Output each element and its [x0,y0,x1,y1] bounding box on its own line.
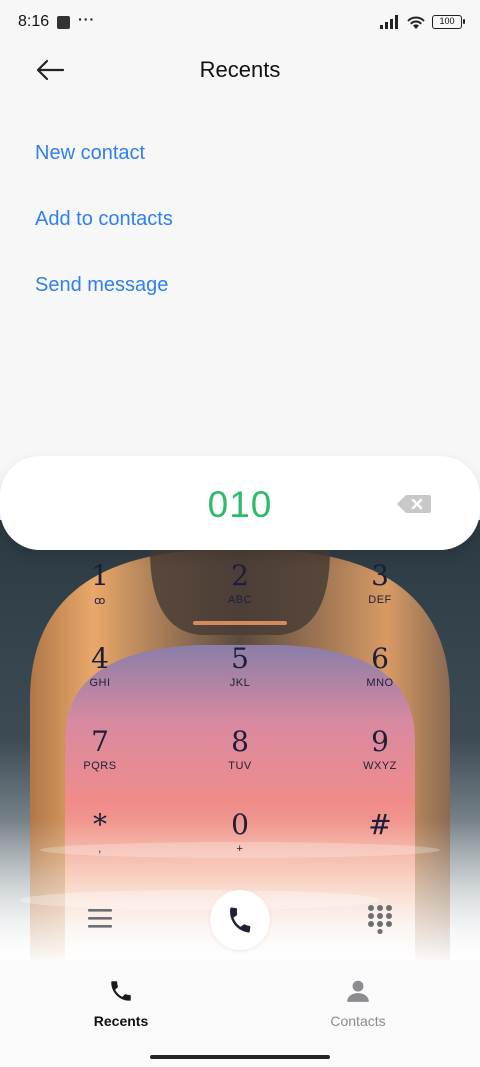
key-letters: ABC [227,594,253,606]
key-digit: * [93,808,107,841]
menu-button[interactable] [86,906,114,930]
status-time: 8:16 [18,13,50,30]
tab-recents-label: Recents [93,1013,149,1029]
key-letters: , [98,843,102,855]
status-bar: 8:16 ··· 100 [0,0,480,44]
new-contact-link[interactable]: New contact [35,142,145,165]
key-digit: 3 [371,559,389,592]
key-5[interactable]: 5 JKL [180,643,300,713]
key-letters: ꝏ [94,595,106,607]
keypad-area: 1 ꝏ 2 ABC 3 DEF 4 GHI 5 JKL 6 MNO 7 PQRS… [0,520,480,960]
key-digit: 9 [371,725,389,758]
more-notifications-icon: ··· [78,11,96,27]
key-letters: TUV [228,760,252,772]
key-digit: # [368,808,392,841]
key-digit: 6 [371,642,389,675]
number-display: 010 [0,456,480,550]
key-letters: DEF [368,594,392,606]
key-6[interactable]: 6 MNO [320,643,440,713]
dialpad-toggle-button[interactable] [366,904,394,935]
key-8[interactable]: 8 TUV [180,726,300,796]
key-1[interactable]: 1 ꝏ [40,560,160,630]
signal-icon [380,15,398,29]
tab-contacts-label: Contacts [330,1013,386,1029]
key-letters: MNO [366,677,394,689]
key-digit: 2 [231,559,249,592]
key-4[interactable]: 4 GHI [40,643,160,713]
key-2[interactable]: 2 ABC [180,560,300,630]
page-title: Recents [199,57,281,82]
call-button[interactable] [210,890,270,950]
menu-icon [88,909,112,928]
add-to-contacts-link[interactable]: Add to contacts [35,208,173,231]
key-3[interactable]: 3 DEF [320,560,440,630]
tab-contacts[interactable]: Contacts [298,978,418,1029]
dialer-tools [0,890,480,950]
key-digit: 5 [231,642,249,675]
wifi-icon [407,16,425,29]
key-letters: PQRS [83,760,117,772]
key-letters: + [236,843,244,855]
send-message-link[interactable]: Send message [35,274,168,297]
key-9[interactable]: 9 WXYZ [320,726,440,796]
key-0[interactable]: 0 + [180,809,300,879]
key-letters: JKL [229,677,251,689]
phone-icon [230,907,251,933]
home-indicator[interactable] [150,1055,330,1059]
tab-recents[interactable]: Recents [61,978,181,1029]
key-digit: 0 [231,808,249,841]
key-letters: GHI [89,677,111,689]
battery-icon: 100 [432,15,465,29]
key-digit: 7 [91,725,109,758]
key-letters: WXYZ [363,760,397,772]
dialpad-icon [368,905,392,935]
notification-square-icon [57,15,71,29]
phone-icon [111,981,131,1001]
key-digit: 8 [231,725,249,758]
key-star[interactable]: * , [40,809,160,879]
header: Recents [0,44,480,96]
bottom-nav: Recents Contacts [0,960,480,1067]
backspace-button[interactable] [396,494,432,514]
person-icon [347,980,369,1002]
backspace-icon [397,495,431,513]
key-digit: 4 [91,642,109,675]
key-hash[interactable]: # [320,809,440,879]
key-digit: 1 [91,559,109,592]
key-7[interactable]: 7 PQRS [40,726,160,796]
